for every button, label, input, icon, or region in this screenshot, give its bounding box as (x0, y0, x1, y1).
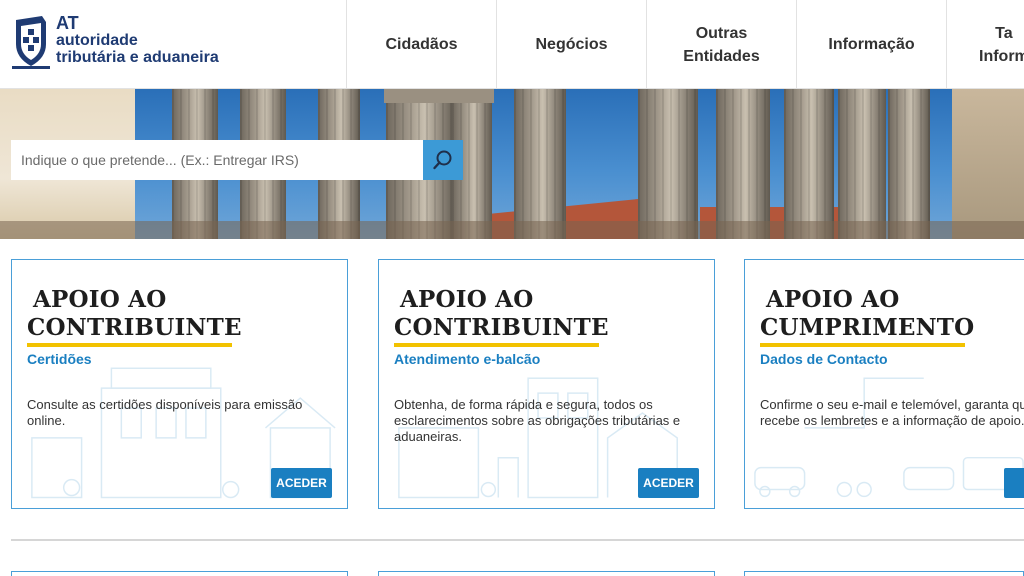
at-logo[interactable]: AT autoridade tributária e aduaneira (12, 14, 232, 72)
card-subtitle[interactable]: Atendimento e-balcão (394, 351, 540, 367)
card-title: APOIO AO CONTRIBUINTE (27, 286, 242, 342)
card-title-line2: CONTRIBUINTE (27, 314, 242, 341)
hero-ground (0, 221, 1024, 239)
nav-negocios[interactable]: Negócios (496, 0, 646, 89)
search-input[interactable] (11, 140, 423, 180)
main-nav: Cidadãos Negócios Outras Entidades Infor… (346, 0, 1024, 89)
card-dados-de-contacto: APOIO AO CUMPRIMENTO Dados de Contacto C… (744, 259, 1024, 509)
title-underline (394, 343, 599, 347)
service-cards: APOIO AO CONTRIBUINTE Certidões Consulte… (0, 259, 1024, 509)
search-bar (11, 140, 463, 180)
next-card-edge (11, 571, 348, 576)
hero-column (638, 89, 698, 239)
title-underline (760, 343, 965, 347)
search-icon (433, 150, 452, 170)
card-title-line2: CONTRIBUINTE (394, 314, 609, 341)
hero-building-right (952, 89, 1024, 239)
card-title: APOIO AO CONTRIBUINTE (394, 286, 609, 342)
section-divider (11, 539, 1024, 541)
hero-column (784, 89, 834, 239)
aceder-button[interactable]: ACEDER (271, 468, 332, 498)
next-card-edge (378, 571, 715, 576)
search-button[interactable] (423, 140, 463, 180)
logo-text: AT autoridade tributária e aduaneira (56, 14, 219, 66)
nav-cidadaos[interactable]: Cidadãos (346, 0, 496, 89)
logo-line-tributaria: tributária e aduaneira (56, 49, 219, 66)
aceder-button[interactable]: AC (1004, 468, 1024, 498)
card-atendimento-ebalcao: APOIO AO CONTRIBUINTE Atendimento e-balc… (378, 259, 715, 509)
site-header: AT autoridade tributária e aduaneira Cid… (0, 0, 1024, 89)
nav-outras-entidades[interactable]: Outras Entidades (646, 0, 796, 89)
card-description: Consulte as certidões disponíveis para e… (27, 397, 303, 428)
logo-line-autoridade: autoridade (56, 32, 138, 49)
title-underline (27, 343, 232, 347)
card-title-line2: CUMPRIMENTO (760, 314, 975, 341)
card-certidoes: APOIO AO CONTRIBUINTE Certidões Consulte… (11, 259, 348, 509)
card-title: APOIO AO CUMPRIMENTO (760, 286, 974, 342)
hero-column (514, 89, 566, 239)
logo-at: AT (56, 13, 79, 33)
hero-column (716, 89, 770, 239)
card-subtitle[interactable]: Certidões (27, 351, 92, 367)
hero-column (888, 89, 930, 239)
hero-banner (0, 89, 1024, 239)
card-title-line1: APOIO AO (400, 286, 534, 313)
coat-of-arms-icon (12, 14, 50, 70)
aceder-button[interactable]: ACEDER (638, 468, 699, 498)
hero-column (838, 89, 886, 239)
hero-capital (384, 89, 494, 103)
card-title-line1: APOIO AO (33, 286, 167, 313)
card-description: Confirme o seu e-mail e telemóvel, garan… (760, 397, 1024, 428)
nav-temas-informacao[interactable]: Ta Inform (946, 0, 1024, 89)
card-description: Obtenha, de forma rápida e segura, todos… (394, 397, 681, 444)
next-card-edge (744, 571, 1024, 576)
card-title-line1: APOIO AO (766, 286, 900, 313)
nav-informacao[interactable]: Informação (796, 0, 946, 89)
card-subtitle[interactable]: Dados de Contacto (760, 351, 888, 367)
